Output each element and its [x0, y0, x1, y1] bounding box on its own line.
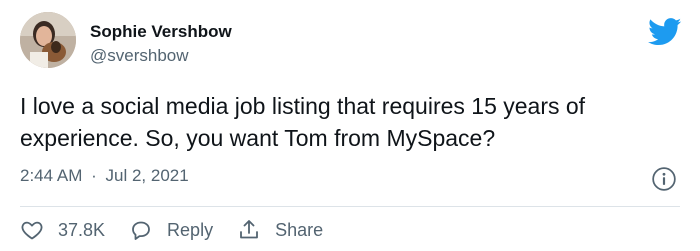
author-handle[interactable]: @svershbow [90, 46, 189, 66]
reply-label: Reply [167, 219, 214, 240]
action-bar: 37.8K Reply Share [20, 216, 347, 244]
tweet-card: Sophie Vershbow @svershbow I love a soci… [0, 0, 700, 251]
share-button[interactable]: Share [237, 218, 323, 242]
tweet-text: I love a social media job listing that r… [20, 93, 586, 151]
like-button[interactable]: 37.8K [20, 218, 105, 242]
twitter-bird-icon[interactable] [648, 18, 682, 46]
timestamp-separator: · [91, 166, 97, 185]
share-label: Share [275, 219, 324, 240]
info-icon[interactable] [651, 166, 677, 192]
tweet-time: 2:44 AM [20, 166, 83, 185]
reply-icon [132, 221, 150, 240]
tweet-timestamp[interactable]: 2:44 AM · Jul 2, 2021 [20, 166, 189, 186]
share-icon [240, 220, 258, 239]
heart-icon [21, 221, 43, 240]
divider [20, 206, 680, 207]
like-count: 37.8K [58, 219, 106, 240]
avatar[interactable] [20, 12, 76, 68]
tweet-date: Jul 2, 2021 [105, 166, 189, 185]
reply-button[interactable]: Reply [129, 218, 213, 242]
author-display-name[interactable]: Sophie Vershbow [90, 22, 232, 42]
